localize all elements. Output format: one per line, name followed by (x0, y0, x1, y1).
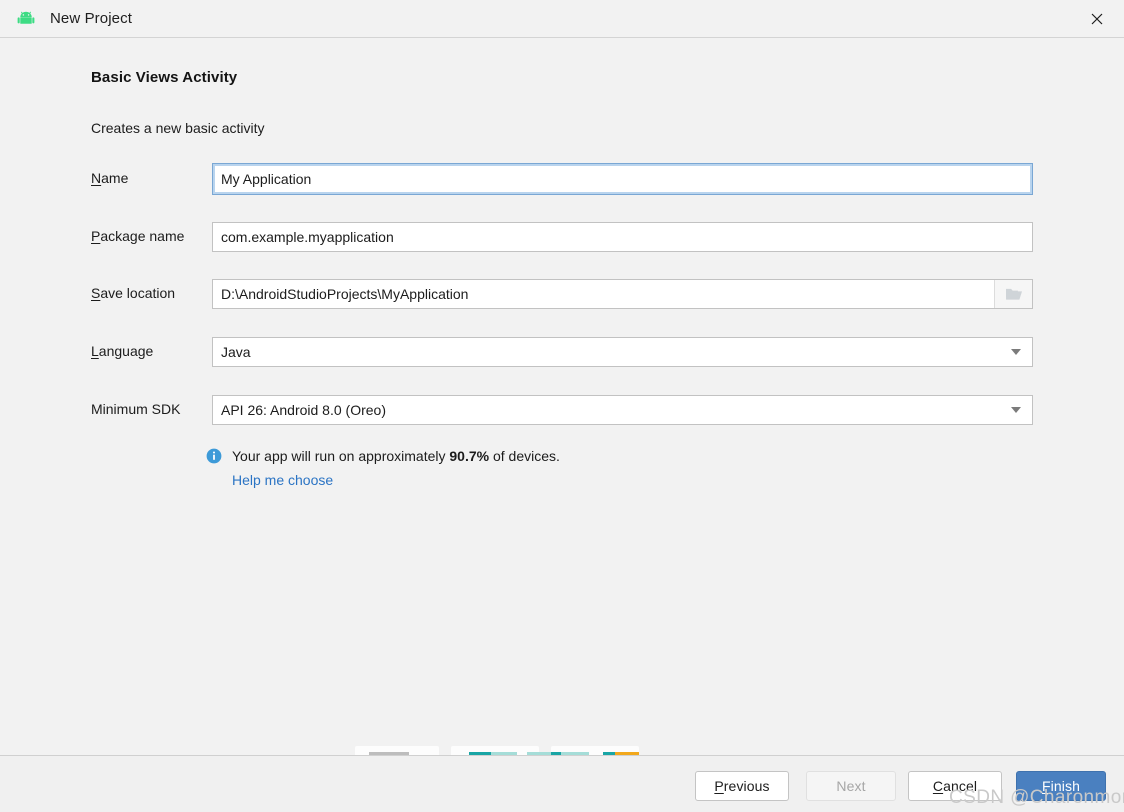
sdk-coverage-text: Your app will run on approximately 90.7%… (232, 448, 560, 464)
minimum-sdk-select[interactable]: API 26: Android 8.0 (Oreo) (212, 395, 1033, 425)
label-save-location: Save location (91, 285, 175, 301)
finish-button-mnemonic: F (1042, 778, 1051, 794)
window-titlebar: New Project (0, 0, 1124, 38)
folder-icon[interactable] (994, 280, 1032, 308)
finish-button[interactable]: Finish (1016, 771, 1106, 801)
form-row-package-name: Package name com.example.myapplication (91, 222, 1033, 252)
sdk-coverage-info: Your app will run on approximately 90.7%… (206, 448, 560, 464)
name-input-value: My Application (221, 171, 312, 187)
form-row-save-location: Save location D:\AndroidStudioProjects\M… (91, 279, 1033, 309)
window-title: New Project (50, 10, 132, 27)
wizard-content: Basic Views Activity Creates a new basic… (0, 38, 1124, 755)
page-description: Creates a new basic activity (91, 120, 265, 136)
android-robot-icon (16, 9, 36, 29)
dialog-footer: Previous Next Cancel Finish (0, 755, 1124, 812)
close-icon[interactable] (1070, 0, 1124, 37)
info-icon (206, 448, 222, 464)
label-language-rest: anguage (98, 343, 154, 359)
package-name-input-value: com.example.myapplication (221, 229, 394, 245)
name-input[interactable]: My Application (212, 163, 1033, 195)
label-name-rest: ame (101, 170, 129, 186)
language-select-value: Java (221, 344, 251, 360)
label-minimum-sdk: Minimum SDK (91, 401, 181, 417)
chevron-down-icon[interactable] (1000, 338, 1032, 366)
label-save-location-mnemonic: S (91, 285, 101, 301)
form-row-language: Language Java (91, 337, 1033, 367)
save-location-input-value: D:\AndroidStudioProjects\MyApplication (221, 286, 469, 302)
chevron-down-icon[interactable] (1000, 396, 1032, 424)
next-button[interactable]: Next (806, 771, 896, 801)
package-name-input[interactable]: com.example.myapplication (212, 222, 1033, 252)
page-title: Basic Views Activity (91, 69, 238, 86)
form-row-minimum-sdk: Minimum SDK API 26: Android 8.0 (Oreo) (91, 395, 1033, 425)
save-location-input[interactable]: D:\AndroidStudioProjects\MyApplication (212, 279, 1033, 309)
language-select[interactable]: Java (212, 337, 1033, 367)
help-me-choose-link[interactable]: Help me choose (232, 472, 333, 488)
minimum-sdk-select-value: API 26: Android 8.0 (Oreo) (221, 402, 386, 418)
label-save-location-rest: ave location (100, 285, 176, 301)
cancel-button[interactable]: Cancel (908, 771, 1002, 801)
cancel-button-mnemonic: C (932, 778, 944, 794)
sdk-coverage-suffix: of devices. (489, 448, 560, 464)
finish-button-label: Finish (1042, 778, 1080, 794)
sdk-coverage-prefix: Your app will run on approximately (232, 448, 450, 464)
previous-button[interactable]: Previous (695, 771, 789, 801)
label-language-mnemonic: L (91, 343, 99, 359)
previous-button-label: Previous (714, 778, 770, 794)
sdk-coverage-percent: 90.7% (449, 448, 490, 464)
label-name-mnemonic: N (91, 170, 102, 186)
form-row-name: Name My Application (91, 163, 1033, 195)
label-language: Language (91, 343, 153, 359)
label-package-name-rest: ackage name (100, 228, 185, 244)
label-name: Name (91, 170, 128, 186)
label-package-name: Package name (91, 228, 184, 244)
next-button-label: Next (836, 778, 866, 794)
cancel-button-label: Cancel (932, 778, 978, 794)
previous-button-mnemonic: P (714, 778, 724, 794)
label-package-name-mnemonic: P (91, 228, 101, 244)
template-preview-sliver (355, 746, 639, 755)
